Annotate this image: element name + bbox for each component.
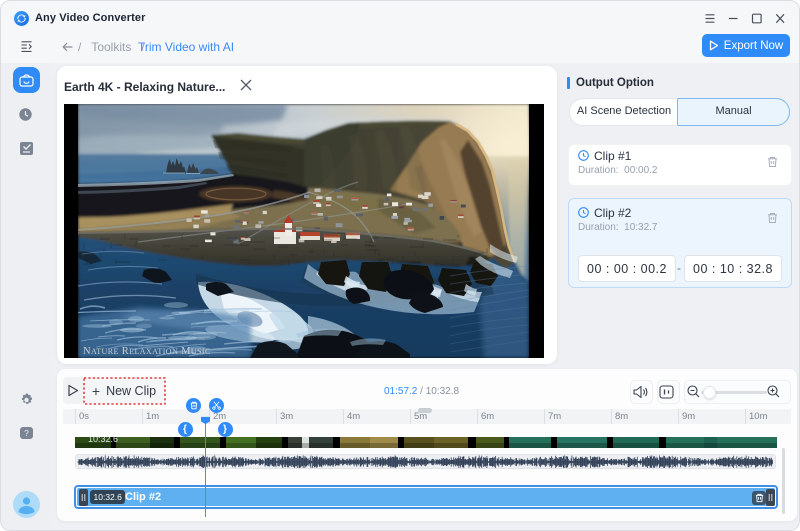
- svg-text:?: ?: [24, 428, 29, 438]
- svg-text:NATURE RELAXATION MUSIC: NATURE RELAXATION MUSIC: [83, 346, 211, 357]
